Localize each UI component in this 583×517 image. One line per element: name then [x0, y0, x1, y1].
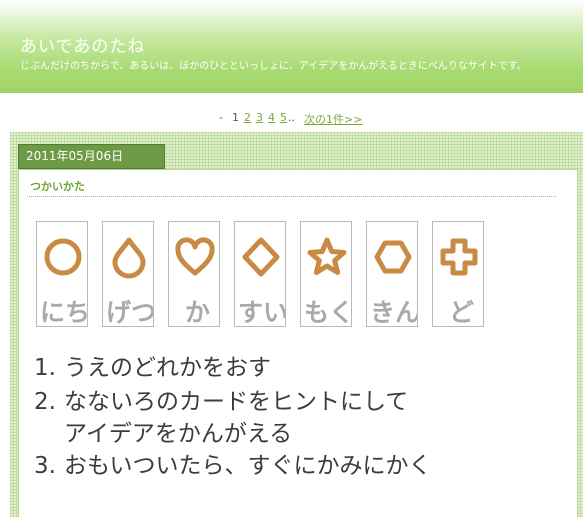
- circle-icon: [44, 238, 82, 276]
- card-saturday[interactable]: ど: [432, 221, 484, 327]
- pager-current-page: 1: [232, 111, 239, 124]
- step-number: 3.: [34, 453, 56, 479]
- pager-page-3[interactable]: 3: [256, 111, 263, 124]
- site-header: あいであのたね じぶんだけのちからで、あるいは、ほかのひとといっしょに、アイデア…: [0, 0, 583, 93]
- cross-icon: [440, 238, 478, 276]
- card-label: すい: [238, 298, 286, 327]
- step-text: うえのどれかをおす: [64, 355, 271, 381]
- card-label: か: [185, 298, 211, 327]
- instruction-step: 3. おもいついたら、すぐにかみにかく: [34, 451, 432, 481]
- card-label: げつ: [106, 298, 154, 327]
- heart-icon: [175, 237, 215, 276]
- instruction-step: 2. なないろのカードをヒントにして: [34, 387, 408, 417]
- card-monday[interactable]: げつ: [102, 221, 154, 327]
- title-divider: [27, 196, 556, 197]
- step-text-continued: アイデアをかんがえる: [64, 421, 293, 447]
- pager-page-2[interactable]: 2: [244, 111, 251, 124]
- site-description: じぶんだけのちからで、あるいは、ほかのひとといっしょに、アイデアをかんがえるとき…: [20, 61, 527, 72]
- post-title[interactable]: つかいかた: [30, 178, 85, 194]
- card-label: もく: [304, 298, 352, 327]
- card-sunday[interactable]: にち: [36, 221, 88, 327]
- pagination: - 1 2 3 4 5 .. 次の1件>>: [0, 111, 583, 127]
- card-label: にち: [40, 298, 88, 327]
- hexagon-icon: [374, 240, 412, 274]
- step-text: おもいついたら、すぐにかみにかく: [64, 453, 432, 479]
- card-label: ど: [449, 298, 475, 327]
- pager-next-link[interactable]: 次の1件>>: [304, 111, 362, 127]
- star-icon: [307, 237, 347, 275]
- drop-icon: [112, 237, 146, 279]
- card-thursday[interactable]: もく: [300, 221, 352, 327]
- step-text: なないろのカードをヒントにして: [64, 389, 409, 415]
- post-date: 2011年05月06日: [18, 144, 165, 169]
- card-friday[interactable]: きん: [366, 221, 418, 327]
- card-wednesday[interactable]: すい: [234, 221, 286, 327]
- card-label: きん: [370, 298, 418, 327]
- pager-ellipsis: ..: [288, 111, 295, 124]
- pager-page-5[interactable]: 5: [280, 111, 287, 124]
- step-number: 2.: [34, 389, 56, 415]
- pager-prefix: -: [219, 111, 223, 124]
- site-title[interactable]: あいであのたね: [20, 32, 145, 57]
- card-tuesday[interactable]: か: [168, 221, 220, 327]
- instruction-step: 1. うえのどれかをおす: [34, 353, 271, 383]
- diamond-icon: [242, 237, 280, 277]
- pager-page-4[interactable]: 4: [268, 111, 275, 124]
- step-number: 1.: [34, 355, 56, 381]
